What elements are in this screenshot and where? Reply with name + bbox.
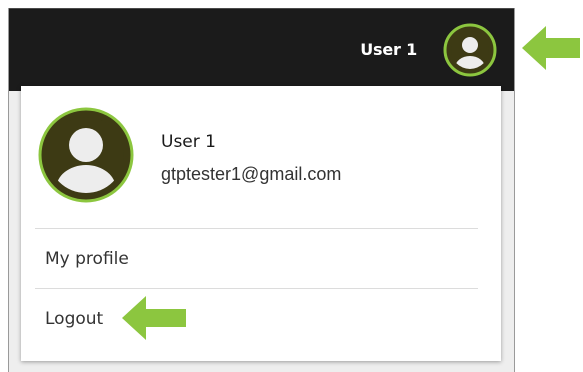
menu-item-logout[interactable]: Logout — [35, 304, 103, 334]
top-navigation-bar: User 1 — [9, 8, 514, 91]
menu-divider — [35, 288, 478, 289]
profile-name: User 1 — [161, 132, 216, 152]
background-page — [502, 91, 514, 372]
screenshot-stage: User 1 User 1 gtptester1@gmail.com My pr… — [0, 0, 583, 372]
arrow-left-icon — [522, 26, 580, 70]
arrow-left-icon — [122, 296, 186, 340]
menu-divider — [35, 228, 478, 229]
menu-item-my-profile[interactable]: My profile — [35, 244, 129, 274]
user-menu-dropdown: User 1 gtptester1@gmail.com My profile L… — [21, 86, 501, 361]
profile-email: gtptester1@gmail.com — [161, 164, 342, 184]
topbar-username[interactable]: User 1 — [360, 40, 417, 60]
background-page — [9, 91, 21, 372]
user-avatar-icon — [38, 107, 134, 203]
user-avatar-icon[interactable] — [443, 23, 497, 77]
